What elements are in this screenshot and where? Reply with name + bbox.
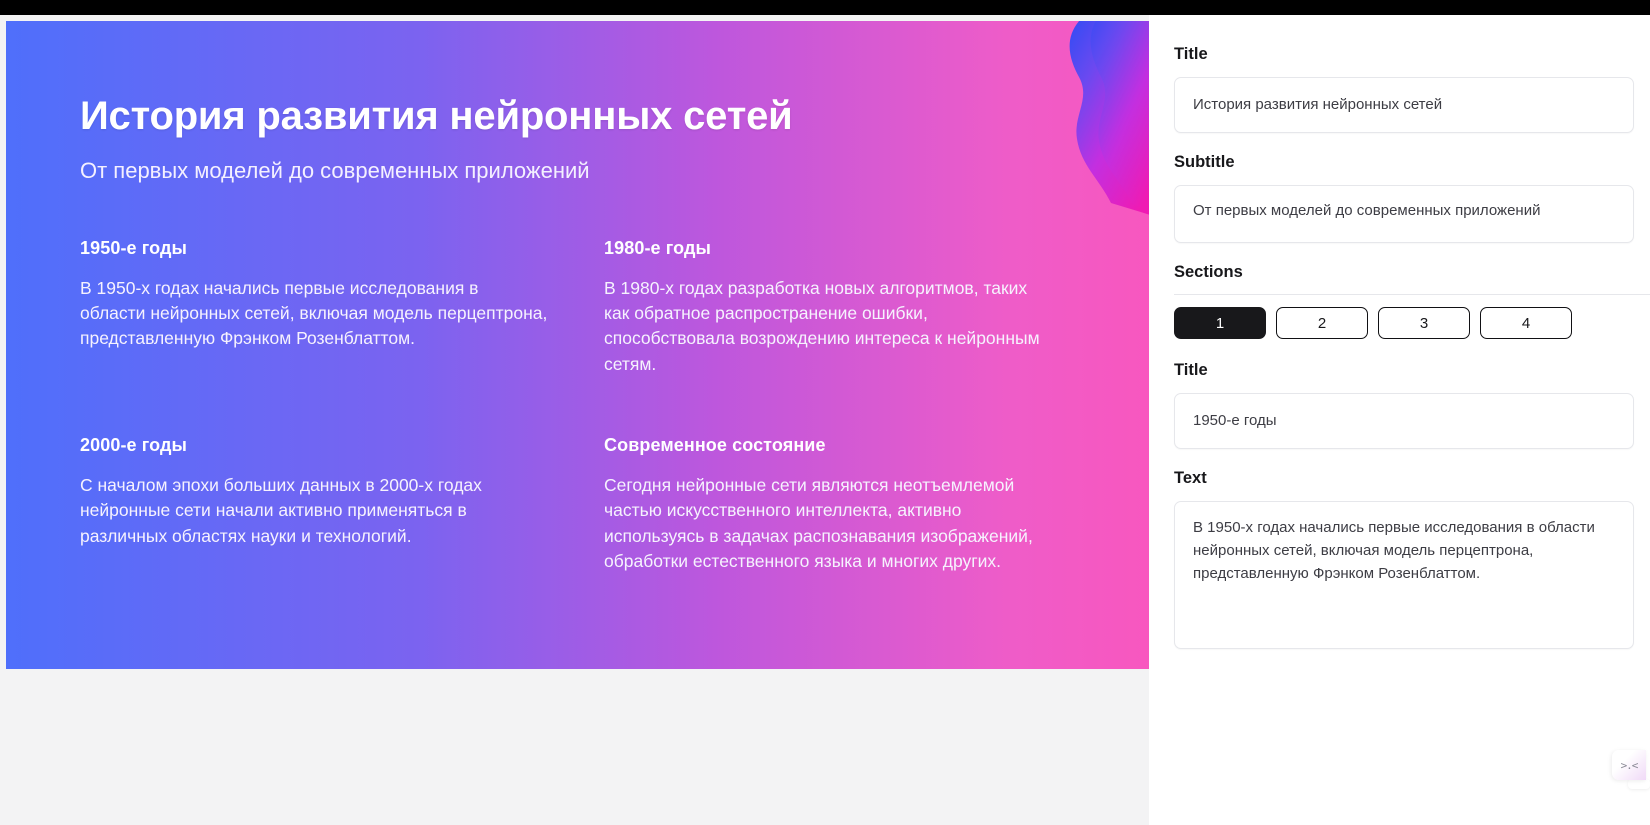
app-root: История развития нейронных сетей От перв… xyxy=(0,0,1650,825)
section-tab-2[interactable]: 2 xyxy=(1276,307,1368,340)
slide-section-text: С началом эпохи больших данных в 2000-х … xyxy=(80,475,482,546)
slide-section-2: 1980-е годы В 1980-х годах разработка но… xyxy=(588,238,1096,378)
slide-content: История развития нейронных сетей От перв… xyxy=(6,21,1149,669)
section-title-input[interactable]: 1950-е годы xyxy=(1174,393,1634,450)
slide-section-4: Современное состояние Сегодня нейронные … xyxy=(588,435,1096,575)
slide-subtitle: От первых моделей до современных приложе… xyxy=(80,158,590,183)
subtitle-field-label: Subtitle xyxy=(1174,152,1235,171)
section-tab-1[interactable]: 1 xyxy=(1174,307,1266,340)
slide-section-title: 1950-е годы xyxy=(80,237,187,258)
section-title-field-group: Title 1950-е годы xyxy=(1174,361,1650,450)
browser-chrome-bar xyxy=(0,0,1650,15)
slide-section-title: 2000-е годы xyxy=(80,435,187,456)
editor-sidebar: Title История развития нейронных сетей S… xyxy=(1160,15,1650,825)
slide-section-title: 1980-е годы xyxy=(604,237,711,258)
slide-section-title: Современное состояние xyxy=(604,435,826,456)
slide-section-text: В 1980-х годах разработка новых алгоритм… xyxy=(604,277,1040,374)
section-text-textarea[interactable]: В 1950-х годах начались первые исследова… xyxy=(1174,500,1634,649)
slide-section-text: В 1950-х годах начались первые исследова… xyxy=(80,277,548,349)
section-tab-3[interactable]: 3 xyxy=(1378,307,1470,340)
section-title-field-label: Title xyxy=(1174,361,1208,380)
section-text-field-group: Text В 1950-х годах начались первые иссл… xyxy=(1174,469,1650,649)
section-tabs: 1 2 3 4 xyxy=(1174,307,1650,340)
subtitle-input[interactable]: От первых моделей до современных приложе… xyxy=(1174,184,1634,243)
slide-section-1: 1950-е годы В 1950-х годах начались перв… xyxy=(80,238,588,378)
title-field-group: Title История развития нейронных сетей xyxy=(1174,45,1650,133)
assistant-face-badge[interactable]: >.< xyxy=(1612,750,1646,780)
subtitle-field-group: Subtitle От первых моделей до современны… xyxy=(1174,153,1650,243)
section-tab-4[interactable]: 4 xyxy=(1480,307,1572,340)
slide-section-text: Сегодня нейронные сети являются неотъемл… xyxy=(604,475,1033,572)
slide-preview-stage: История развития нейронных сетей От перв… xyxy=(0,15,1149,825)
sections-divider xyxy=(1174,294,1650,296)
slide-canvas[interactable]: История развития нейронных сетей От перв… xyxy=(6,21,1149,669)
title-input[interactable]: История развития нейронных сетей xyxy=(1174,76,1634,133)
slide-sections-grid: 1950-е годы В 1950-х годах начались перв… xyxy=(80,238,1077,575)
section-text-field-label: Text xyxy=(1174,469,1207,488)
sections-header-label: Sections xyxy=(1174,262,1243,281)
widget-tail xyxy=(1628,779,1650,789)
slide-title: История развития нейронных сетей xyxy=(80,94,793,138)
title-field-label: Title xyxy=(1174,45,1208,63)
slide-section-3: 2000-е годы С началом эпохи больших данн… xyxy=(80,435,588,575)
